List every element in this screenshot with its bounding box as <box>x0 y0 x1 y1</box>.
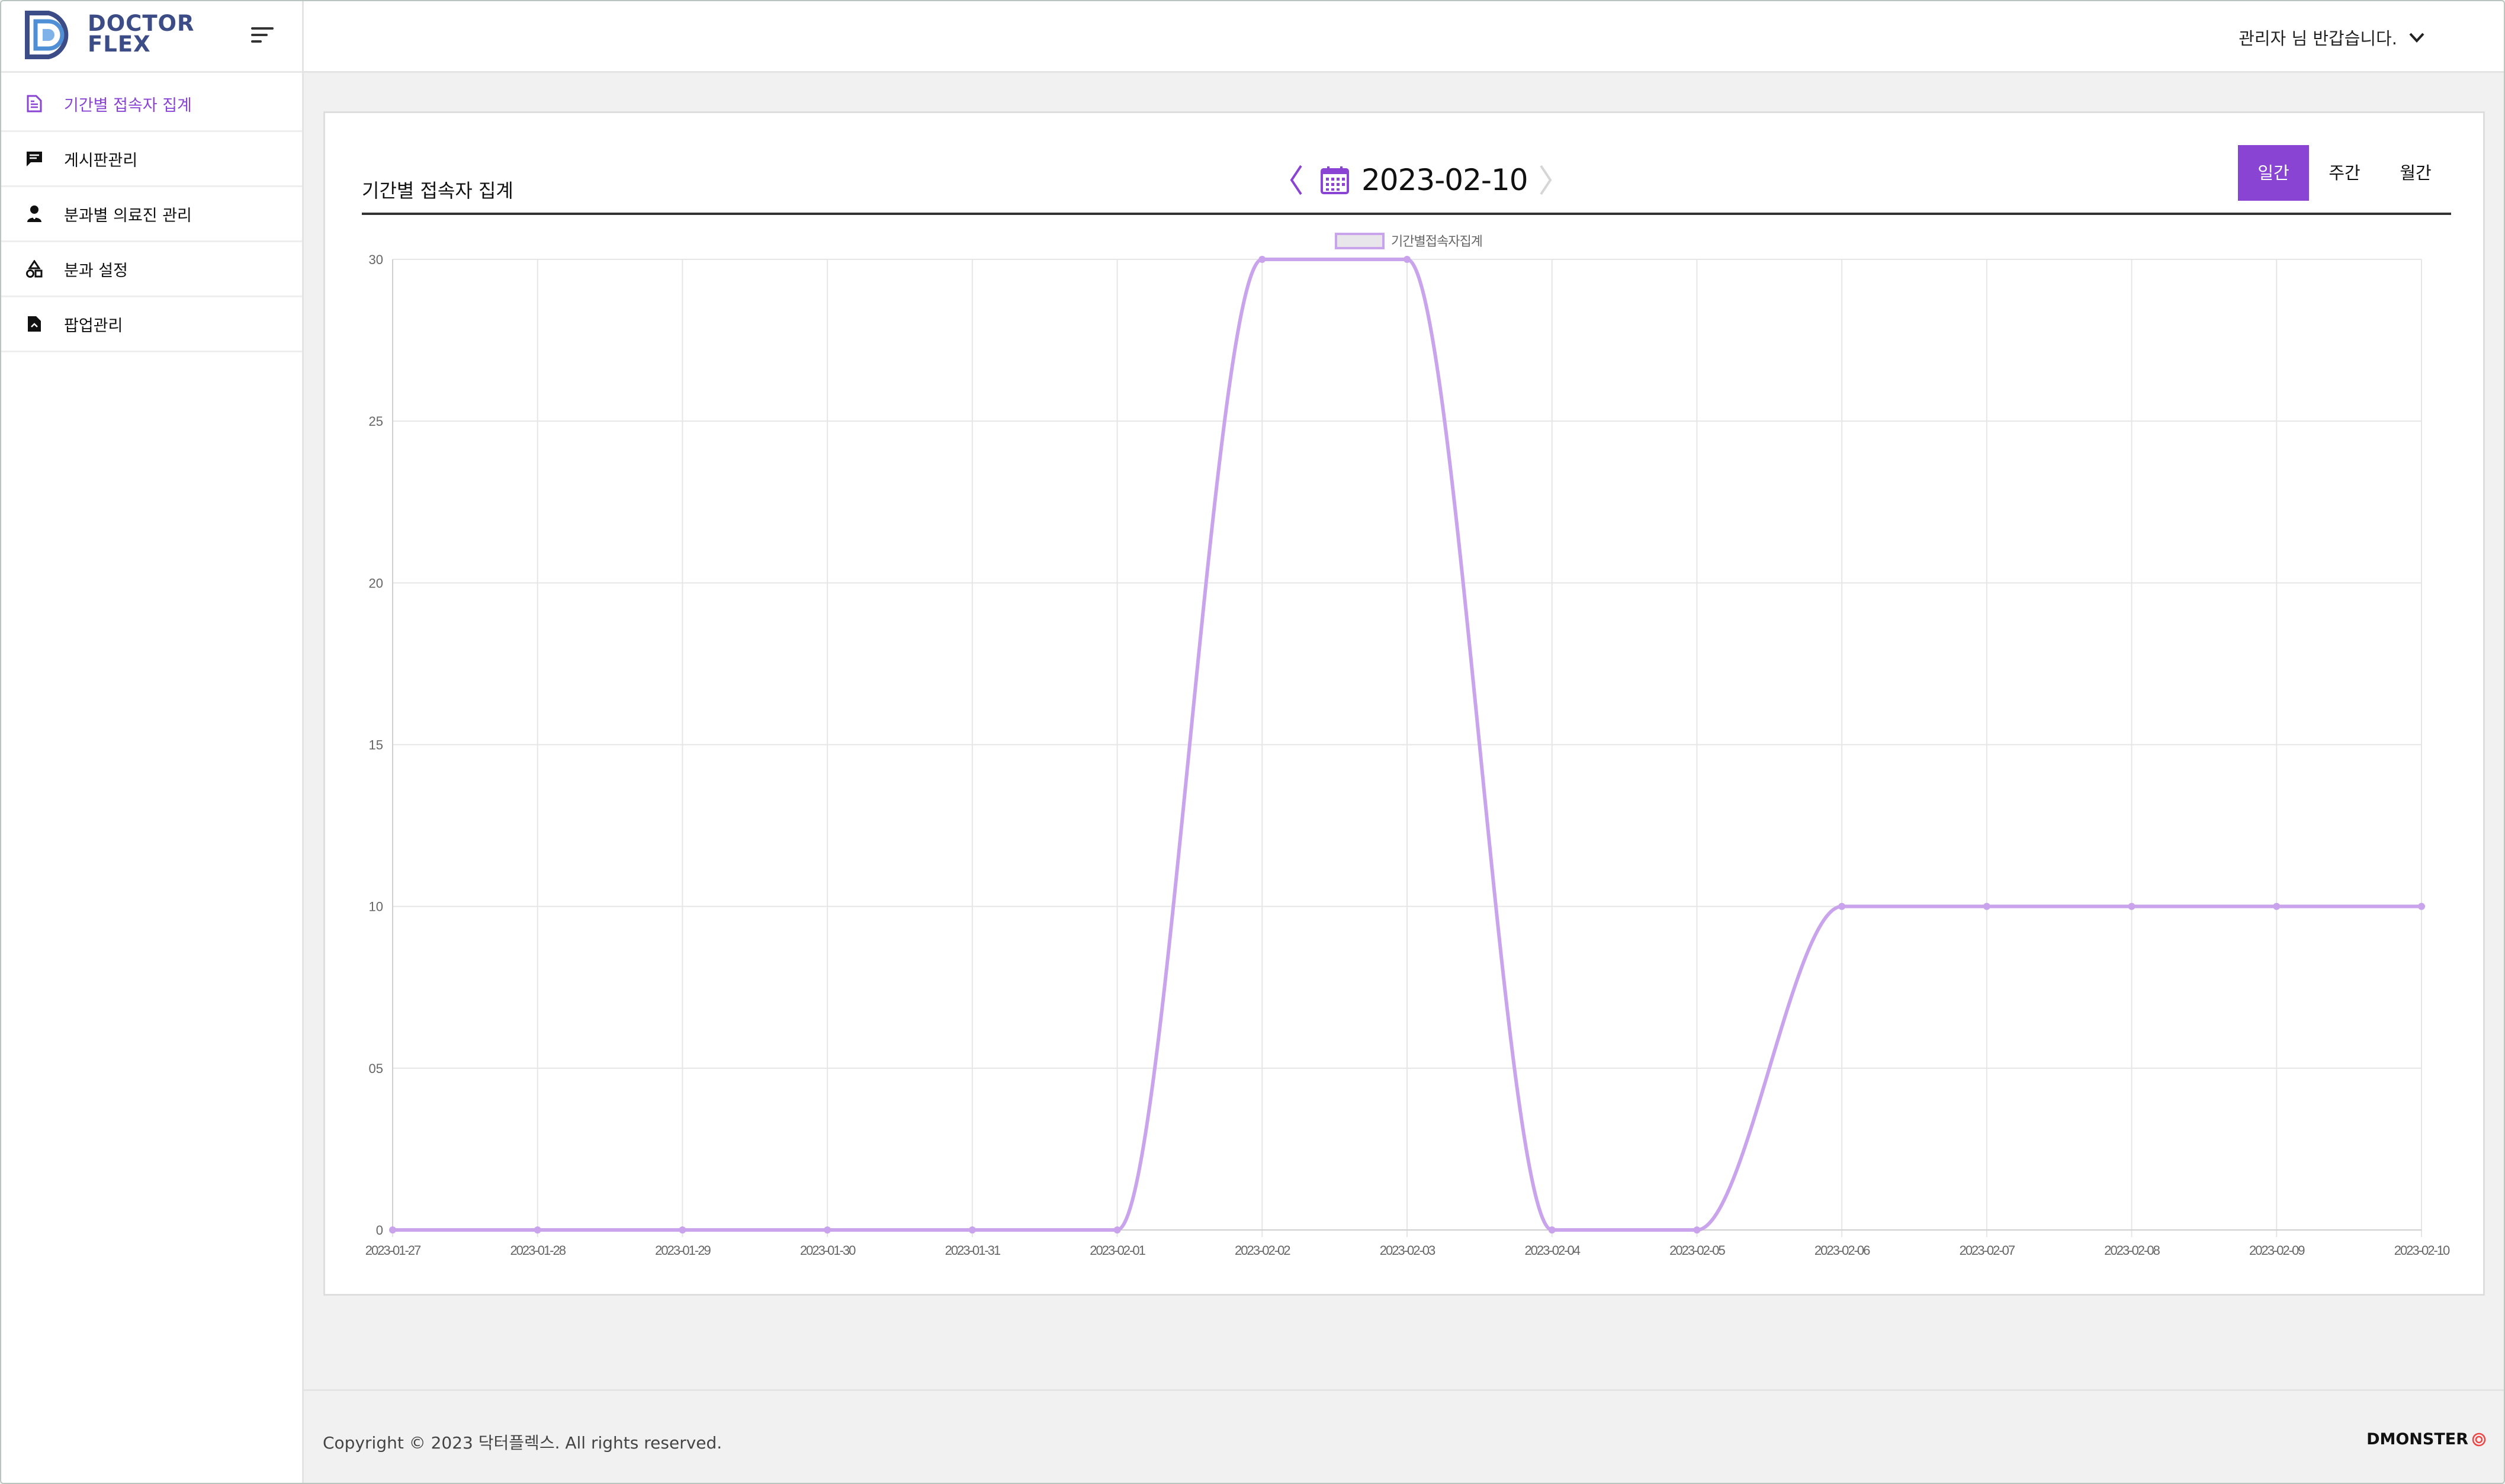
x-tick-label: 2023-01-31 <box>945 1243 1001 1258</box>
x-tick-label: 2023-02-05 <box>1669 1243 1725 1258</box>
doctor-flex-logo-mark <box>25 11 69 59</box>
document-icon <box>24 93 45 114</box>
sidebar-item-popup[interactable]: 팝업관리 <box>1 297 302 352</box>
user-greeting[interactable]: 관리자 님 반갑습니다. <box>2239 25 2397 50</box>
data-point <box>2418 902 2425 910</box>
x-tick-label: 2023-02-08 <box>2104 1243 2160 1258</box>
footer: Copyright © 2023 닥터플렉스. All rights reser… <box>304 1389 2504 1483</box>
x-tick-label: 2023-02-01 <box>1090 1243 1145 1258</box>
logo-text[interactable]: DOCTOR FLEX <box>88 11 195 57</box>
logo-area: DOCTOR FLEX <box>1 1 302 73</box>
message-icon <box>24 148 45 169</box>
doctor-icon <box>24 203 45 224</box>
brand-label: DMONSTER <box>2366 1430 2468 1448</box>
visitor-line-chart: 0 05 10 15 20 25 30 2023-01-27 2023-01-28 2023-01… <box>365 233 2451 1258</box>
chevron-down-icon[interactable] <box>2408 28 2426 46</box>
data-point <box>1258 256 1266 263</box>
data-point <box>1838 902 1846 910</box>
sidebar-item-label: 분과별 의료진 관리 <box>64 206 192 225</box>
data-point <box>389 1226 396 1234</box>
data-point <box>1548 1226 1556 1234</box>
x-tick-label: 2023-02-02 <box>1235 1243 1290 1258</box>
logo-line1: DOCTOR <box>88 11 195 36</box>
sidebar-item-board[interactable]: 게시판관리 <box>1 132 302 187</box>
x-tick-label: 2023-01-28 <box>510 1243 566 1258</box>
y-tick-label: 15 <box>369 738 383 753</box>
sidebar-item-label: 기간별 접속자 집계 <box>64 96 192 115</box>
data-point <box>1693 1226 1701 1234</box>
sidebar-item-department-settings[interactable]: 분과 설정 <box>1 242 302 297</box>
top-header: 관리자 님 반갑습니다. <box>304 1 2504 73</box>
y-tick-label: 30 <box>369 252 383 267</box>
app-frame: DOCTOR FLEX 기간별 접속자 집계 게시판관리 분과별 의료진 관리 … <box>0 0 2505 1484</box>
x-tick-label: 2023-02-10 <box>2394 1243 2450 1258</box>
target-icon <box>2472 1432 2486 1446</box>
x-tick-label: 2023-01-29 <box>655 1243 711 1258</box>
data-point <box>2128 902 2135 910</box>
data-point <box>968 1226 976 1234</box>
sidebar-item-label: 게시판관리 <box>64 151 138 170</box>
legend-label: 기간별접속자집계 <box>1391 235 1482 249</box>
shapes-icon <box>24 258 45 280</box>
sidebar-item-doctors[interactable]: 분과별 의료진 관리 <box>1 187 302 242</box>
y-tick-label: 20 <box>369 576 383 590</box>
data-point <box>824 1226 831 1234</box>
y-tick-label: 0 <box>376 1223 383 1238</box>
x-tick-label: 2023-02-03 <box>1380 1243 1435 1258</box>
x-tick-label: 2023-02-07 <box>1960 1243 2015 1258</box>
popup-file-icon <box>24 313 45 335</box>
legend-swatch <box>1335 233 1385 249</box>
sidebar-item-label: 분과 설정 <box>64 261 128 280</box>
x-tick-label: 2023-02-06 <box>1814 1243 1870 1258</box>
data-point <box>1404 256 1411 263</box>
stats-card: 기간별 접속자 집계 2023-02-10 일간 주간 월간 0 05 10 15 20… <box>323 111 2485 1296</box>
x-tick-label: 2023-02-09 <box>2249 1243 2305 1258</box>
copyright-text: Copyright © 2023 닥터플렉스. All rights reser… <box>323 1433 722 1453</box>
y-tick-label: 10 <box>369 900 383 914</box>
x-tick-label: 2023-01-30 <box>800 1243 856 1258</box>
data-point <box>2273 902 2281 910</box>
y-tick-label: 25 <box>369 414 383 429</box>
data-point <box>534 1226 541 1234</box>
dmonster-brand[interactable]: DMONSTER <box>2366 1430 2486 1448</box>
data-point <box>1983 902 1990 910</box>
sidebar-nav: 기간별 접속자 집계 게시판관리 분과별 의료진 관리 분과 설정 팝업관리 <box>1 77 302 352</box>
sidebar-item-label: 팝업관리 <box>64 316 123 335</box>
menu-toggle-icon[interactable] <box>251 27 275 45</box>
data-point <box>1113 1226 1121 1234</box>
logo-line2: FLEX <box>88 31 151 57</box>
sidebar-item-visitor-stats[interactable]: 기간별 접속자 집계 <box>1 77 302 132</box>
data-point <box>679 1226 686 1234</box>
y-tick-label: 05 <box>369 1061 383 1076</box>
x-tick-label: 2023-02-04 <box>1524 1243 1580 1258</box>
x-tick-label: 2023-01-27 <box>365 1243 421 1258</box>
sidebar: DOCTOR FLEX 기간별 접속자 집계 게시판관리 분과별 의료진 관리 … <box>1 1 304 1483</box>
